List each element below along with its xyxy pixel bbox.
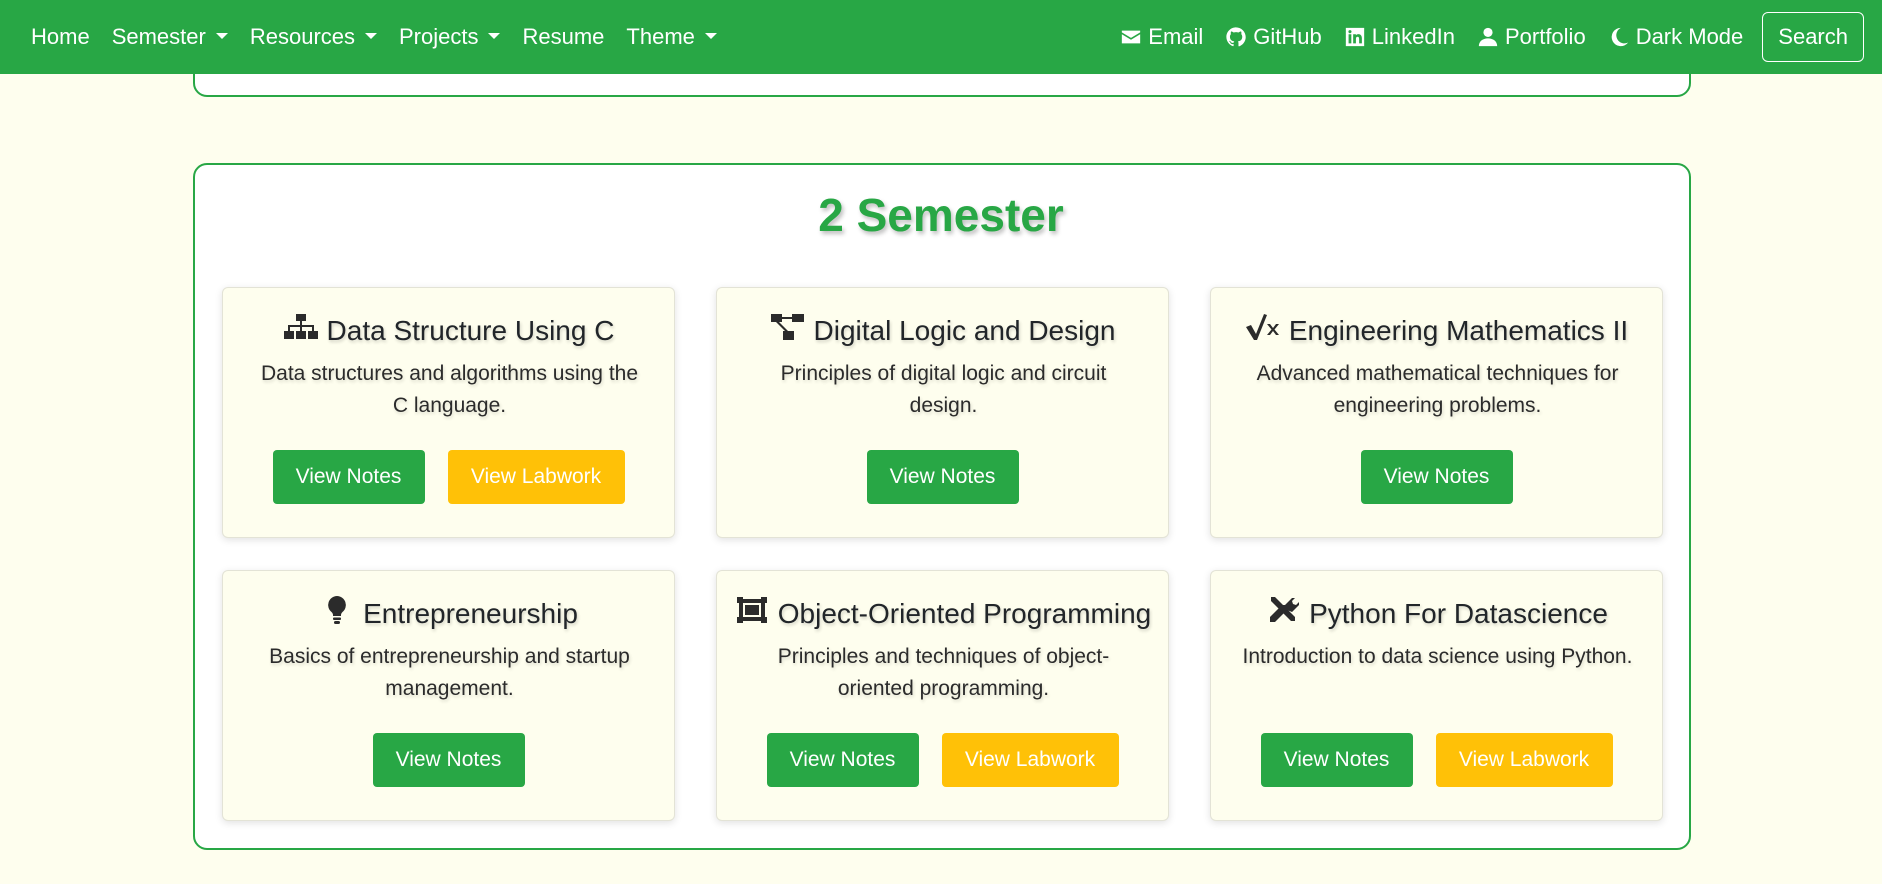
- card-title: Digital Logic and Design: [717, 312, 1168, 349]
- nav-home[interactable]: Home: [20, 24, 101, 50]
- card-title: Object-Oriented Programming: [717, 595, 1168, 632]
- card-actions: View Notes: [717, 450, 1168, 504]
- course-card: Object-Oriented Programming Principles a…: [716, 570, 1169, 821]
- section-title: 2 Semester: [818, 189, 1064, 241]
- nav-resources-label: Resources: [249, 24, 355, 49]
- card-title-text: Python For Datascience: [1309, 597, 1608, 629]
- nav-github[interactable]: GitHub: [1214, 24, 1332, 50]
- card-title: Python For Datascience: [1211, 595, 1662, 632]
- caret-down-icon: [704, 33, 717, 39]
- view-notes-button[interactable]: View Notes: [866, 450, 1019, 504]
- nav-email[interactable]: Email: [1109, 24, 1214, 50]
- nav-resources-dropdown[interactable]: Resources: [239, 24, 388, 50]
- nav-portfolio-label: Portfolio: [1504, 24, 1586, 49]
- search-button[interactable]: Search: [1762, 12, 1864, 62]
- nav-dark-mode[interactable]: Dark Mode: [1597, 24, 1755, 50]
- card-title: Data Structure Using C: [223, 312, 674, 349]
- nav-dark-mode-label: Dark Mode: [1635, 24, 1744, 49]
- user-icon: [1477, 26, 1499, 48]
- nav-linkedin-label: LinkedIn: [1371, 24, 1455, 49]
- card-description: Principles and techniques of object-orie…: [777, 645, 1110, 700]
- caret-down-icon: [215, 33, 228, 39]
- card-description: Data structures and algorithms using the…: [260, 362, 639, 417]
- object-group-icon: [734, 595, 770, 632]
- caret-down-icon: [365, 33, 377, 39]
- nav-linkedin[interactable]: LinkedIn: [1333, 24, 1466, 50]
- view-notes-button[interactable]: View Notes: [372, 733, 525, 787]
- card-description: Introduction to data science using Pytho…: [1242, 645, 1633, 668]
- course-card: Engineering Mathematics II Advanced math…: [1210, 287, 1663, 538]
- course-card: Entrepreneurship Basics of entrepreneurs…: [222, 570, 675, 821]
- diagram-icon: [770, 312, 806, 349]
- nav-projects-label: Projects: [399, 24, 479, 49]
- square-root-icon: [1245, 312, 1281, 349]
- view-notes-button[interactable]: View Notes: [272, 450, 425, 504]
- card-actions: View Notes View Labwork: [1211, 733, 1662, 787]
- view-notes-button[interactable]: View Notes: [1260, 733, 1413, 787]
- nav-semester-label: Semester: [111, 24, 206, 49]
- nav-portfolio[interactable]: Portfolio: [1466, 24, 1597, 50]
- nav-email-label: Email: [1148, 24, 1204, 49]
- card-actions: View Notes View Labwork: [223, 450, 674, 504]
- view-notes-button[interactable]: View Notes: [1360, 450, 1513, 504]
- nav-resume-label: Resume: [522, 24, 605, 49]
- view-labwork-button[interactable]: View Labwork: [447, 450, 625, 504]
- card-description: Advanced mathematical techniques for eng…: [1256, 362, 1619, 417]
- card-title: Entrepreneurship: [223, 595, 674, 632]
- nav-projects-dropdown[interactable]: Projects: [388, 24, 511, 50]
- github-icon: [1225, 26, 1247, 48]
- card-title-text: Object-Oriented Programming: [777, 597, 1152, 629]
- card-description: Basics of entrepreneurship and startup m…: [269, 645, 630, 700]
- course-card: Data Structure Using C Data structures a…: [222, 287, 675, 538]
- nav-right: Email GitHub LinkedIn Portfolio Dark Mod…: [1109, 12, 1864, 62]
- top-navbar: Home Semester Resources Projects Resume …: [0, 0, 1882, 74]
- card-title-text: Entrepreneurship: [363, 597, 578, 629]
- nav-left: Home Semester Resources Projects Resume …: [20, 24, 728, 50]
- envelope-icon: [1120, 26, 1142, 48]
- view-notes-button[interactable]: View Notes: [766, 733, 919, 787]
- nav-theme-dropdown[interactable]: Theme: [615, 24, 727, 50]
- course-card: Digital Logic and Design Principles of d…: [716, 287, 1169, 538]
- card-actions: View Notes View Labwork: [717, 733, 1168, 787]
- view-labwork-button[interactable]: View Labwork: [1435, 733, 1613, 787]
- view-labwork-button[interactable]: View Labwork: [941, 733, 1119, 787]
- linkedin-icon: [1344, 26, 1366, 48]
- nav-resume[interactable]: Resume: [511, 24, 615, 50]
- card-description: Principles of digital logic and circuit …: [780, 362, 1107, 417]
- tools-icon: [1265, 595, 1301, 632]
- nav-semester-dropdown[interactable]: Semester: [101, 24, 239, 50]
- caret-down-icon: [488, 33, 501, 39]
- lightbulb-icon: [319, 595, 355, 632]
- card-title: Engineering Mathematics II: [1211, 312, 1662, 349]
- card-actions: View Notes: [1211, 450, 1662, 504]
- card-title-text: Digital Logic and Design: [813, 314, 1116, 346]
- card-actions: View Notes: [223, 733, 674, 787]
- card-title-text: Data Structure Using C: [326, 314, 615, 346]
- sitemap-icon: [283, 312, 319, 349]
- nav-home-label: Home: [31, 24, 90, 49]
- course-card: Python For Datascience Introduction to d…: [1210, 570, 1663, 821]
- card-title-text: Engineering Mathematics II: [1288, 314, 1629, 346]
- nav-github-label: GitHub: [1253, 24, 1322, 49]
- moon-icon: [1608, 26, 1630, 48]
- nav-theme-label: Theme: [626, 24, 695, 49]
